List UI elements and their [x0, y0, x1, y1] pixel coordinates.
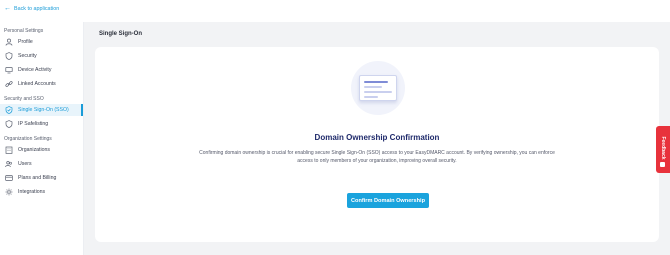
sidebar-item-ip-safelisting[interactable]: IP Safelisting	[0, 118, 83, 130]
sidebar-item-organizations[interactable]: Organizations	[0, 144, 83, 156]
link-icon	[5, 80, 13, 88]
section-title-personal: Personal Settings	[4, 28, 44, 34]
gear-icon	[5, 188, 13, 196]
back-to-application-link[interactable]: ← Back to application	[4, 5, 60, 12]
feedback-tab[interactable]: Feedback	[656, 126, 670, 173]
domain-confirmation-card: Domain Ownership Confirmation Confirming…	[95, 47, 659, 242]
sidebar-item-device-activity[interactable]: Device Activity	[0, 64, 83, 76]
sidebar-item-label: Security	[18, 53, 37, 59]
sidebar-item-plans-billing[interactable]: Plans and Billing	[0, 172, 83, 184]
user-icon	[5, 38, 13, 46]
shield-icon	[5, 52, 13, 60]
shield-check-icon	[5, 106, 13, 114]
sidebar-item-linked-accounts[interactable]: Linked Accounts	[0, 78, 83, 90]
feedback-label: Feedback	[660, 136, 666, 160]
document-illustration	[351, 61, 405, 115]
sidebar-item-users[interactable]: Users	[0, 158, 83, 170]
shield-icon	[5, 120, 13, 128]
sidebar-item-sso[interactable]: Single Sign-On (SSO)	[0, 104, 83, 116]
section-title-sso: Security and SSO	[4, 96, 44, 102]
sidebar-item-security[interactable]: Security	[0, 50, 83, 62]
chat-icon	[660, 162, 665, 167]
sidebar-item-label: Device Activity	[18, 67, 52, 73]
sidebar-item-label: Organizations	[18, 147, 51, 153]
sidebar: Personal Settings Profile Security Devic…	[0, 22, 84, 255]
sidebar-item-label: Profile	[18, 39, 33, 45]
device-icon	[5, 66, 13, 74]
main-content: Single Sign-On Domain Ownership Confirma…	[84, 22, 670, 255]
building-icon	[5, 146, 13, 154]
confirm-domain-ownership-button[interactable]: Confirm Domain Ownership	[347, 193, 429, 208]
confirmation-title: Domain Ownership Confirmation	[314, 133, 440, 142]
page-title: Single Sign-On	[99, 31, 142, 37]
sidebar-item-integrations[interactable]: Integrations	[0, 186, 83, 198]
sidebar-item-label: Plans and Billing	[18, 175, 57, 181]
back-link-label: Back to application	[14, 6, 60, 12]
sidebar-item-label: Single Sign-On (SSO)	[18, 107, 69, 113]
section-title-organization: Organization Settings	[4, 136, 52, 142]
sidebar-item-label: Integrations	[18, 189, 46, 195]
sidebar-item-label: IP Safelisting	[18, 121, 49, 127]
arrow-left-icon: ←	[4, 5, 11, 12]
confirmation-description: Confirming domain ownership is crucial f…	[199, 150, 555, 164]
users-icon	[5, 160, 13, 168]
top-bar: ← Back to application	[0, 0, 670, 22]
sidebar-item-profile[interactable]: Profile	[0, 36, 83, 48]
document-icon	[359, 75, 397, 101]
sidebar-item-label: Linked Accounts	[18, 81, 56, 87]
sidebar-item-label: Users	[18, 161, 32, 167]
card-icon	[5, 174, 13, 182]
